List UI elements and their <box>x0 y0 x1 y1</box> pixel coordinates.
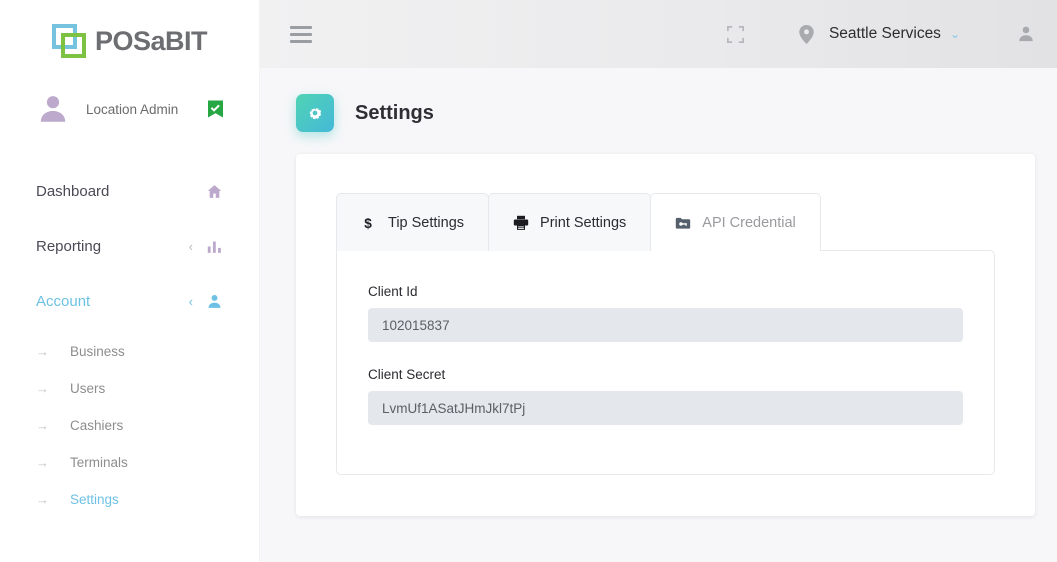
field-label: Client Secret <box>368 367 446 382</box>
arrow-right-icon: → <box>36 455 49 470</box>
sidebar-subitem-label: Cashiers <box>70 418 124 433</box>
fullscreen-expand-icon[interactable] <box>726 25 744 43</box>
arrow-right-icon: → <box>36 492 49 507</box>
person-avatar-icon <box>40 96 66 122</box>
app-root: POSaBIT Location Admin Dashboard Reporti… <box>0 0 1057 562</box>
tab-label: API Credential <box>702 214 796 231</box>
field-client-id: Client Id <box>368 284 963 342</box>
sidebar-nav: Dashboard Reporting ‹ Account ‹ → Busine… <box>0 142 259 518</box>
bar-chart-icon <box>207 241 221 253</box>
api-credential-panel: Client Id Client Secret <box>336 250 995 475</box>
dollar-sign-icon: $ <box>364 215 372 230</box>
chevron-left-icon[interactable]: ‹ <box>189 295 193 308</box>
arrow-right-icon: → <box>36 381 49 396</box>
sidebar-item-terminals[interactable]: → Terminals <box>0 444 259 481</box>
person-icon <box>208 294 221 308</box>
tab-label: Tip Settings <box>388 214 465 231</box>
svg-text:$: $ <box>364 215 372 230</box>
sidebar-subitem-label: Users <box>70 381 106 396</box>
sidebar-item-label: Account <box>36 293 91 310</box>
sidebar-subitem-label: Terminals <box>70 455 128 470</box>
sidebar-user-name: Location Admin <box>86 101 179 117</box>
top-header-bar: Seattle Services ⌄ <box>260 0 1057 68</box>
brand-logo[interactable]: POSaBIT <box>0 0 259 76</box>
sidebar-item-cashiers[interactable]: → Cashiers <box>0 407 259 444</box>
client-secret-input[interactable] <box>368 391 963 425</box>
hamburger-menu-icon[interactable] <box>290 25 312 43</box>
tab-label: Print Settings <box>540 214 627 231</box>
arrow-right-icon: → <box>36 418 49 433</box>
settings-badge <box>296 94 334 132</box>
printer-icon <box>513 215 529 230</box>
sidebar-item-settings[interactable]: → Settings <box>0 481 259 518</box>
sidebar-item-users[interactable]: → Users <box>0 370 259 407</box>
home-icon <box>207 185 222 198</box>
sidebar-item-account[interactable]: Account ‹ <box>0 274 259 329</box>
tab-tip-settings[interactable]: $ Tip Settings <box>336 193 490 251</box>
key-card-icon <box>676 217 691 229</box>
sidebar-item-reporting[interactable]: Reporting ‹ <box>0 219 259 274</box>
tab-print-settings[interactable]: Print Settings <box>488 193 652 251</box>
chevron-down-icon[interactable]: ⌄ <box>950 27 960 41</box>
chevron-left-icon[interactable]: ‹ <box>189 240 193 253</box>
field-label: Client Id <box>368 284 418 299</box>
page-content: Settings $ Tip Settings Print Settings A… <box>260 68 1057 562</box>
sidebar-item-label: Reporting <box>36 238 102 255</box>
field-client-secret: Client Secret <box>368 367 963 425</box>
sidebar: POSaBIT Location Admin Dashboard Reporti… <box>0 0 260 562</box>
location-selector-label[interactable]: Seattle Services <box>829 25 941 43</box>
page-title: Settings <box>355 101 434 124</box>
sidebar-subitem-label: Settings <box>70 492 119 507</box>
gear-icon <box>309 108 322 120</box>
client-id-input[interactable] <box>368 308 963 342</box>
person-account-icon[interactable] <box>1017 25 1035 43</box>
sidebar-item-dashboard[interactable]: Dashboard <box>0 164 259 219</box>
tab-api-credential[interactable]: API Credential <box>650 193 821 252</box>
posabit-logo-mark <box>51 23 90 59</box>
page-header: Settings <box>296 68 1035 154</box>
location-pin-icon <box>799 24 814 44</box>
settings-card: $ Tip Settings Print Settings API Creden… <box>296 154 1035 516</box>
main-area: Seattle Services ⌄ Settings $ Tip Settin… <box>260 0 1057 562</box>
arrow-right-icon: → <box>36 344 49 359</box>
sidebar-subnav-account: → Business → Users → Cashiers → Terminal… <box>0 329 259 518</box>
sidebar-item-business[interactable]: → Business <box>0 333 259 370</box>
sidebar-item-label: Dashboard <box>36 183 110 200</box>
verified-check-badge <box>208 100 223 118</box>
sidebar-user-row[interactable]: Location Admin <box>0 76 259 142</box>
settings-tabs: $ Tip Settings Print Settings API Creden… <box>336 193 995 252</box>
brand-name: POSaBIT <box>94 25 208 56</box>
sidebar-subitem-label: Business <box>70 344 125 359</box>
